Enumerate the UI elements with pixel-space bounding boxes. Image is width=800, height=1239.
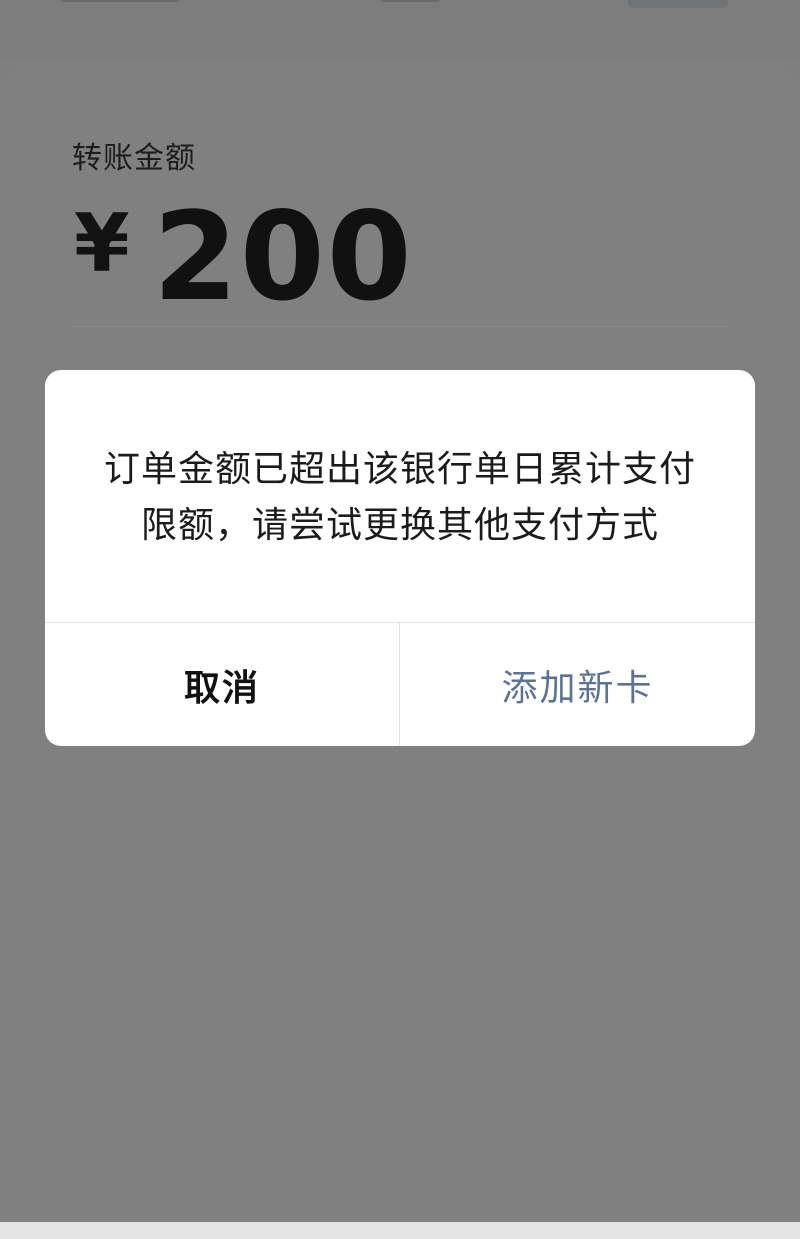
amount-divider bbox=[72, 326, 728, 327]
dialog-message: 订单金额已超出该银行单日累计支付 限额，请尝试更换其他支付方式 bbox=[85, 442, 715, 554]
transfer-amount-label: 转账金额 bbox=[72, 141, 196, 176]
payment-limit-dialog: 订单金额已超出该银行单日累计支付 限额，请尝试更换其他支付方式 取消 添加新卡 bbox=[45, 370, 755, 746]
bottom-bar bbox=[0, 1222, 800, 1239]
currency-symbol: ¥ bbox=[74, 197, 130, 290]
truncated-header-text bbox=[60, 0, 180, 2]
truncated-header-text bbox=[380, 0, 440, 2]
dialog-message-line-2: 限额，请尝试更换其他支付方式 bbox=[140, 505, 659, 546]
top-background bbox=[0, 0, 800, 60]
add-new-card-button[interactable]: 添加新卡 bbox=[400, 623, 755, 746]
dialog-message-line-1: 订单金额已超出该银行单日累计支付 bbox=[103, 449, 696, 490]
cancel-button[interactable]: 取消 bbox=[45, 623, 399, 746]
transfer-amount-value[interactable]: 200 bbox=[153, 196, 414, 318]
avatar bbox=[628, 0, 728, 8]
